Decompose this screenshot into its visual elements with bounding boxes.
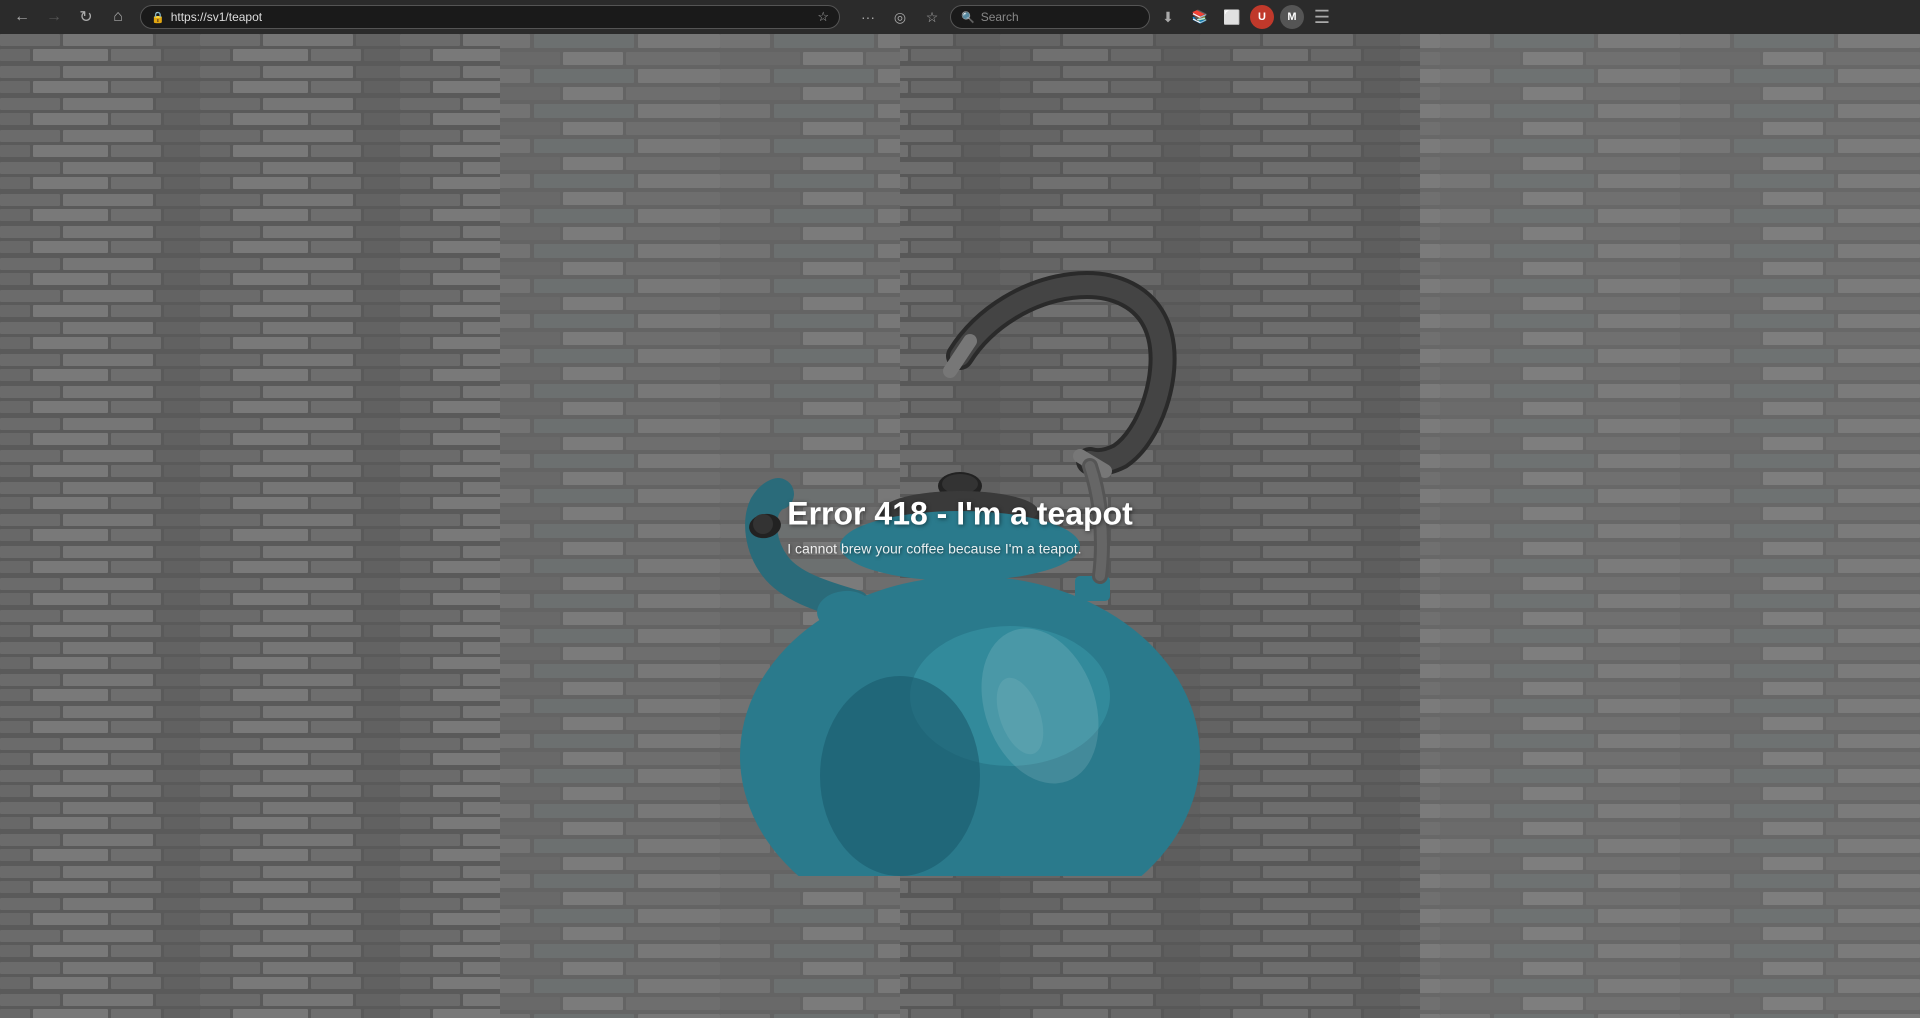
error-subtitle: I cannot brew your coffee because I'm a … [787,541,1133,557]
error-title: Error 418 - I'm a teapot [787,496,1133,533]
toolbar-right: ··· ◎ ☆ 🔍 Search ⬇ 📚 ⬜ U M ☰ [854,3,1336,31]
pocket-button[interactable]: ◎ [886,3,914,31]
star-button[interactable]: ☆ [918,3,946,31]
user-avatar-red[interactable]: U [1250,5,1274,29]
home-button[interactable]: ⌂ [104,3,132,31]
lock-icon: 🔒 [151,11,165,24]
back-button[interactable]: ← [8,3,36,31]
library-button[interactable]: 📚 [1186,3,1214,31]
forward-button[interactable]: → [40,3,68,31]
search-bar[interactable]: 🔍 Search [950,5,1150,29]
more-button[interactable]: ··· [854,3,882,31]
hamburger-menu-button[interactable]: ☰ [1308,3,1336,31]
url-text: https://sv1/teapot [171,10,812,24]
error-text-container: Error 418 - I'm a teapot I cannot brew y… [787,496,1133,557]
download-button[interactable]: ⬇ [1154,3,1182,31]
address-bar[interactable]: 🔒 https://sv1/teapot ☆ [140,5,840,29]
search-icon: 🔍 [961,11,975,24]
tab-manager-button[interactable]: ⬜ [1218,3,1246,31]
user-avatar-dark[interactable]: M [1280,5,1304,29]
reload-button[interactable]: ↻ [72,3,100,31]
bookmark-icon[interactable]: ☆ [817,9,829,25]
browser-toolbar: ← → ↻ ⌂ 🔒 https://sv1/teapot ☆ ··· ◎ ☆ 🔍… [0,0,1920,34]
page-content: Error 418 - I'm a teapot I cannot brew y… [0,34,1920,1018]
